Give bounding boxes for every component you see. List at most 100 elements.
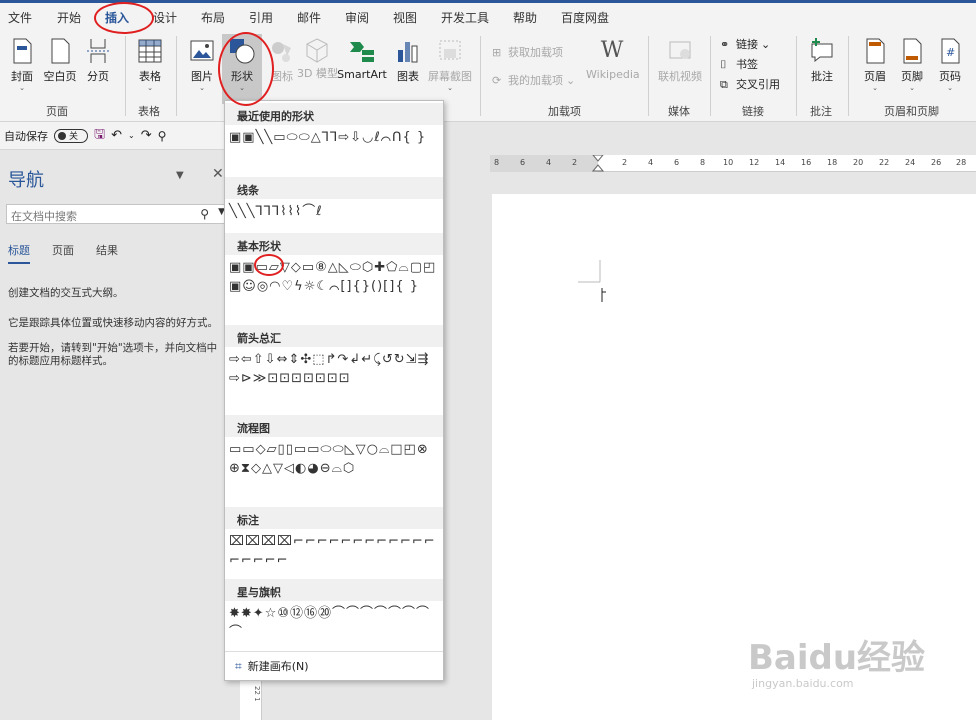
tab-baidu-netdisk[interactable]: 百度网盘	[561, 9, 609, 26]
bookmark-button[interactable]: ⌷ 书签	[720, 56, 758, 72]
baidu-watermark: Baidu经验 jingyan.baidu.com	[748, 638, 926, 690]
close-icon[interactable]: ✕	[212, 166, 224, 182]
header-icon	[866, 38, 885, 64]
smartart-icon	[350, 42, 374, 62]
page-break-icon	[87, 39, 109, 63]
shapes-icon	[230, 39, 255, 64]
picture-button[interactable]: 图片 ⌄	[182, 34, 222, 104]
table-icon	[138, 39, 162, 63]
tab-view[interactable]: 视图	[393, 9, 417, 26]
autosave-toggle[interactable]: 关	[54, 128, 88, 143]
lines-gallery[interactable]: ╲╲╲⅂⅂⅂⌇⌇⌇⌒ℓ	[225, 199, 443, 221]
indent-marker-icon[interactable]	[592, 155, 604, 179]
nav-tab-results[interactable]: 结果	[96, 242, 118, 258]
group-label-pages: 页面	[46, 105, 68, 118]
svg-text:#: #	[946, 46, 955, 59]
video-icon	[669, 41, 691, 59]
tab-review[interactable]: 审阅	[345, 9, 369, 26]
comment-icon	[811, 38, 833, 63]
margin-corner-mark	[578, 260, 606, 302]
footer-icon	[903, 38, 922, 64]
tab-mailings[interactable]: 邮件	[297, 9, 321, 26]
tab-references[interactable]: 引用	[249, 9, 273, 26]
flowchart-gallery[interactable]: ▭▭◇▱▯▯▭▭⬭⬭◺▽○⌓□◰⊗⊕⧗◇△▽◁◐◕⊖⌓⬡	[225, 437, 443, 478]
link-button[interactable]: ⚭ 链接 ⌄	[720, 36, 770, 52]
icons-icon	[272, 42, 291, 62]
group-label-tables: 表格	[138, 105, 160, 118]
canvas-icon: ⌗	[235, 658, 242, 673]
cross-reference-button[interactable]: ⧉ 交叉引用	[720, 76, 780, 92]
nav-tab-headings[interactable]: 标题	[8, 242, 30, 264]
tab-file[interactable]: 文件	[8, 9, 32, 26]
wikipedia-button[interactable]: W Wikipedia	[586, 34, 640, 104]
nav-hint-2: 它是跟踪具体位置或快速移动内容的好方式。	[8, 317, 218, 329]
comment-button[interactable]: 批注	[802, 34, 842, 104]
section-recent-shapes: 最近使用的形状 ▣▣╲╲▭⬭⬭△⅂⅂⇨⇩◡ℓ⌒ᑎ{ }	[225, 103, 443, 147]
shapes-button[interactable]: 形状 ⌄	[222, 34, 262, 104]
wikipedia-icon: W	[600, 38, 624, 63]
addin-icon: ⟳	[492, 73, 502, 87]
chart-button[interactable]: 图表	[388, 34, 428, 104]
stars-banners-gallery[interactable]: ✸✸✦☆⑩⑫⑯⑳⌒⌒⌒⌒⌒⌒⌒⌒	[225, 601, 443, 642]
table-button[interactable]: 表格 ⌄	[130, 34, 170, 104]
nav-options-icon[interactable]: ▼	[176, 170, 184, 181]
section-stars-banners: 星与旗帜 ✸✸✦☆⑩⑫⑯⑳⌒⌒⌒⌒⌒⌒⌒⌒	[225, 579, 443, 642]
basic-shapes-gallery[interactable]: ▣▣▭▱▽◇▭⑧△◺⬭⬡✚⬠⌓▢◰▣☺◎◠♡ϟ☼☾⌒[]{}()[]{ }	[225, 255, 443, 296]
bookmark-icon: ⌷	[720, 57, 727, 71]
cover-page-button[interactable]: 封面 ⌄	[2, 34, 42, 104]
quick-access-toolbar: 自动保存 关 🖫 ↶ ⌄ ↷ ⚲	[0, 122, 240, 150]
cube-icon	[306, 38, 328, 63]
section-flowchart: 流程图 ▭▭◇▱▯▯▭▭⬭⬭◺▽○⌓□◰⊗⊕⧗◇△▽◁◐◕⊖⌓⬡	[225, 415, 443, 478]
screenshot-button[interactable]: 屏幕截图 ⌄	[426, 34, 474, 104]
section-callouts: 标注 ⌧⌧⌧⌧⌐⌐⌐⌐⌐⌐⌐⌐⌐⌐⌐⌐⌐⌐⌐⌐⌐	[225, 507, 443, 570]
page-number-button[interactable]: # 页码 ⌄	[930, 34, 970, 104]
online-video-button[interactable]: 联机视频	[656, 34, 704, 104]
group-label-addins: 加载项	[548, 105, 581, 118]
page-number-icon: #	[941, 38, 960, 64]
ribbon: 封面 ⌄ 空白页 分页 页面 表格 ⌄ 表格 图片 ⌄ 形状 ⌄ 图标 3D 模型 Sm…	[0, 30, 976, 122]
nav-hint-1: 创建文档的交互式大纲。	[8, 287, 124, 299]
footer-button[interactable]: 页脚 ⌄	[892, 34, 932, 104]
undo-dropdown-icon[interactable]: ⌄	[128, 131, 135, 140]
vertical-ruler[interactable]: 22 1	[240, 680, 262, 720]
save-icon[interactable]: 🖫	[94, 125, 105, 147]
link-icon: ⚭	[720, 37, 730, 51]
autosave-label: 自动保存	[4, 129, 48, 143]
page-break-button[interactable]: 分页	[78, 34, 118, 104]
smartart-button[interactable]: SmartArt	[337, 34, 387, 104]
nav-hint-3b: 的标题应用标题样式。	[8, 355, 113, 367]
new-canvas-menu-item[interactable]: ⌗ 新建画布(N)	[235, 658, 309, 674]
search-icon[interactable]: ⚲	[158, 129, 167, 143]
shapes-dropdown: 最近使用的形状 ▣▣╲╲▭⬭⬭△⅂⅂⇨⇩◡ℓ⌒ᑎ{ } 线条 ╲╲╲⅂⅂⅂⌇⌇⌇…	[224, 100, 444, 681]
horizontal-ruler[interactable]: 8 6 4 2 2 4 6 8 10 12 14 16 18 20 22 24 …	[490, 155, 976, 172]
group-label-media: 媒体	[668, 105, 690, 118]
recent-shapes-gallery[interactable]: ▣▣╲╲▭⬭⬭△⅂⅂⇨⇩◡ℓ⌒ᑎ{ }	[225, 125, 443, 147]
blank-page-button[interactable]: 空白页	[40, 34, 80, 104]
nav-tab-pages[interactable]: 页面	[52, 242, 74, 258]
group-label-links: 链接	[742, 105, 764, 118]
header-button[interactable]: 页眉 ⌄	[855, 34, 895, 104]
section-lines: 线条 ╲╲╲⅂⅂⅂⌇⌇⌇⌒ℓ	[225, 177, 443, 221]
search-icon[interactable]: ⚲	[200, 207, 209, 221]
undo-icon[interactable]: ↶	[111, 128, 122, 143]
section-basic-shapes: 基本形状 ▣▣▭▱▽◇▭⑧△◺⬭⬡✚⬠⌓▢◰▣☺◎◠♡ϟ☼☾⌒[]{}()[]{…	[225, 233, 443, 296]
chart-icon	[398, 42, 418, 63]
cross-reference-icon: ⧉	[720, 77, 728, 91]
nav-search-input[interactable]: 在文档中搜索 ⚲ ▼	[6, 204, 232, 224]
block-arrows-gallery[interactable]: ⇨⇦⇧⇩⇔⇕✣⬚↱↷↲↵⤹↺↻⇲⇶⇨⊳≫⊡⊡⊡⊡⊡⊡⊡	[225, 347, 443, 388]
icons-button[interactable]: 图标	[262, 34, 302, 104]
callouts-gallery[interactable]: ⌧⌧⌧⌧⌐⌐⌐⌐⌐⌐⌐⌐⌐⌐⌐⌐⌐⌐⌐⌐⌐	[225, 529, 443, 570]
my-addins-button[interactable]: ⟳ 我的加载项 ⌄	[492, 72, 575, 88]
tab-design[interactable]: 设计	[153, 9, 177, 26]
navigation-pane: 导航 ▼ ✕ 在文档中搜索 ⚲ ▼ 标题 页面 结果 创建文档的交互式大纲。 它…	[0, 150, 240, 720]
tab-help[interactable]: 帮助	[513, 9, 537, 26]
nav-title: 导航	[8, 170, 44, 191]
store-icon: ⊞	[492, 45, 502, 59]
tab-home[interactable]: 开始	[57, 9, 81, 26]
tab-layout[interactable]: 布局	[201, 9, 225, 26]
tab-developer[interactable]: 开发工具	[441, 9, 489, 26]
get-addins-button[interactable]: ⊞ 获取加载项	[492, 44, 563, 60]
3d-models-button[interactable]: 3D 模型	[297, 34, 338, 104]
tab-insert[interactable]: 插入	[102, 9, 132, 32]
redo-icon[interactable]: ↷	[141, 128, 152, 143]
